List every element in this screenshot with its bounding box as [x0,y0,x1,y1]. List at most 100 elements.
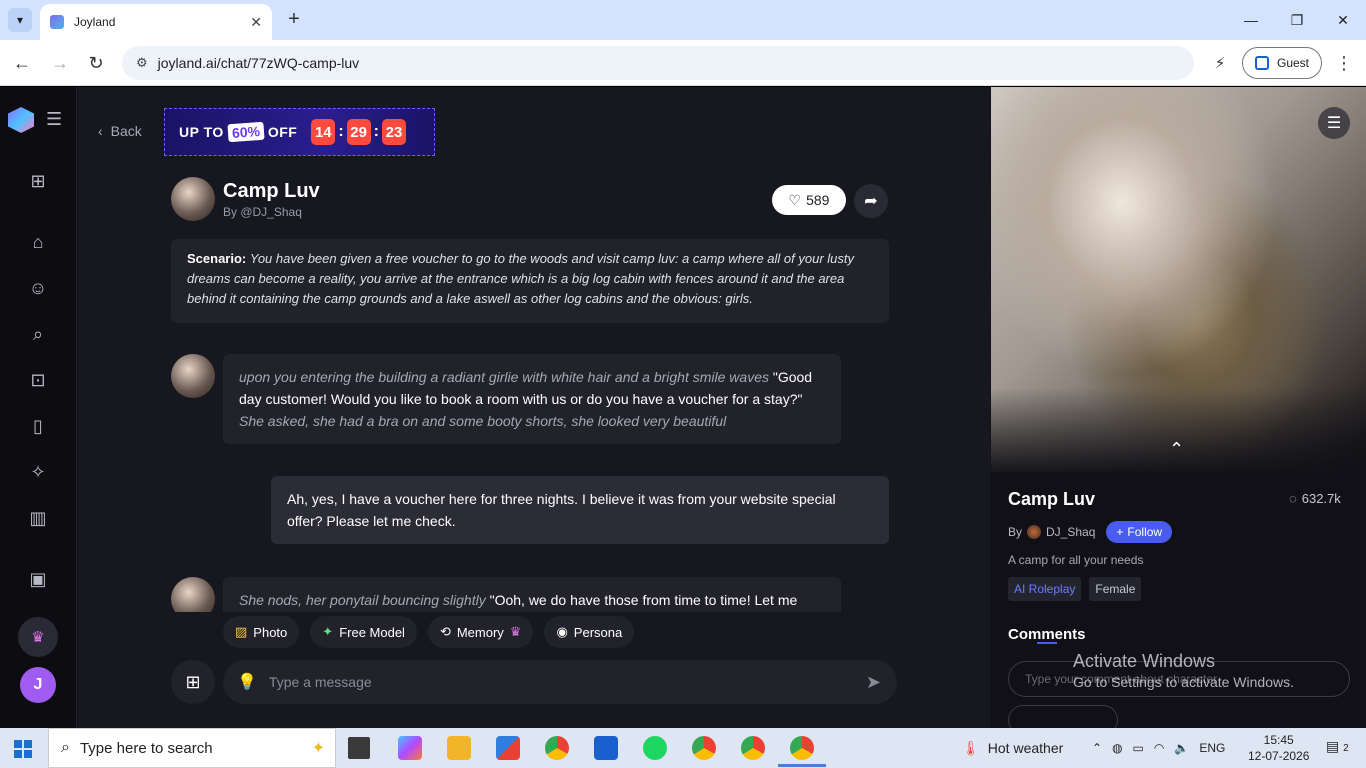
tray-chevron-icon[interactable]: ⌃ [1092,741,1102,755]
comment-input[interactable]: Type your comment about character [1008,661,1350,697]
browser-tab-bar: ▾ Joyland ✕ + — ❐ ✕ [0,0,1366,40]
character-creator[interactable]: By @DJ_Shaq [223,205,320,219]
follow-button[interactable]: + Follow [1106,521,1173,543]
countdown-seconds: 23 [381,119,406,145]
countdown-minutes: 29 [346,119,371,145]
star-badge-icon[interactable]: ✧ [26,460,50,484]
bot-message: She nods, her ponytail bouncing slightly… [223,577,841,612]
persona-chip[interactable]: ◉ Persona [544,616,635,648]
bot-action-text: She asked, she had a bra on and some boo… [239,413,727,429]
task-view-icon[interactable] [348,737,370,759]
joyland-logo[interactable] [8,107,34,133]
message-composer: 💡 ➤ [223,660,897,704]
url-text: joyland.ai/chat/77zWQ-camp-luv [157,55,360,71]
creator-name[interactable]: DJ_Shaq [1046,525,1095,539]
creator-avatar[interactable] [1027,525,1042,539]
tag-ai-roleplay[interactable]: AI Roleplay [1008,577,1082,601]
panel-menu-icon[interactable]: ☰ [1318,107,1350,139]
notification-icon[interactable]: ▤ 2 [1326,738,1349,755]
minimize-icon[interactable]: — [1228,0,1274,40]
crown-badge-icon: ♛ [509,624,522,639]
file-explorer-icon[interactable] [447,736,471,760]
expand-up-icon[interactable]: ⌃ [1169,439,1184,460]
notification-count: 2 [1343,743,1349,754]
windows-start-icon[interactable] [14,740,32,758]
countdown-hours: 14 [311,119,336,145]
reload-icon[interactable]: ↻ [84,51,108,75]
profile-label: Guest [1276,56,1309,70]
restore-icon[interactable]: ❐ [1274,0,1320,40]
photo-chip[interactable]: ▨ Photo [223,616,300,648]
weather-widget[interactable]: 🌡 Hot weather [962,728,1063,768]
back-arrow-icon[interactable]: ← [10,51,34,75]
free-model-chip[interactable]: ✦ Free Model [310,616,417,648]
browser-menu-icon[interactable]: ⋮ [1332,51,1356,75]
send-icon[interactable]: ➤ [866,672,881,693]
outlook-icon[interactable] [594,736,618,760]
address-bar[interactable]: ⚙ joyland.ai/chat/77zWQ-camp-luv [122,46,1194,80]
bot-avatar[interactable] [171,577,215,612]
browser-tab[interactable]: Joyland ✕ [40,4,272,40]
sparkle-icon: ✦ [322,624,334,639]
robot-icon[interactable]: ▣ [26,567,50,591]
wifi-icon[interactable]: ◠ [1154,741,1164,755]
chrome-active-icon[interactable] [778,736,826,767]
search-icon[interactable]: ⌕ [26,322,50,346]
taskbar-search[interactable]: ⌕ Type here to search ✦ [48,728,336,768]
memory-chip[interactable]: ⟲ Memory ♛ [427,616,534,648]
collapse-sidebar-icon[interactable]: ☰ [46,109,62,130]
tag-list: AI Roleplay Female [1008,577,1142,601]
window-close-icon[interactable]: ✕ [1320,0,1366,40]
performance-icon[interactable]: ⚡ [1208,51,1232,75]
microsoft-store-icon[interactable] [496,736,520,760]
home-icon[interactable]: ⌂ [26,230,50,254]
persona-label: Persona [573,624,623,640]
bot-avatar[interactable] [171,354,215,398]
promo-banner[interactable]: UP TO 60% OFF 14 : 29 : 23 [164,108,435,156]
clock-time: 15:45 [1263,733,1294,747]
language-indicator[interactable]: ENG [1199,741,1225,755]
share-icon[interactable]: ➦ [854,184,888,218]
chat-bot-icon[interactable]: ☺ [26,276,50,300]
chrome-icon[interactable] [545,736,569,760]
lightbulb-icon[interactable]: 💡 [237,672,257,692]
comment-sort[interactable] [1008,705,1118,728]
forward-arrow-icon[interactable]: → [48,51,72,75]
message-input[interactable] [268,674,866,690]
like-button[interactable]: ♡ 589 [772,185,846,215]
network-status-icon[interactable]: ◍ [1112,741,1122,755]
copilot-icon[interactable] [398,736,422,760]
character-header: Camp Luv By @DJ_Shaq [171,177,320,221]
spotify-icon[interactable] [643,736,667,760]
meet-icon[interactable]: ▭ [1133,741,1144,755]
tab-close-icon[interactable]: ✕ [250,14,262,31]
notification-glyph: ▤ [1326,738,1340,754]
premium-crown-icon[interactable]: ♛ [18,617,58,657]
volume-icon[interactable]: 🔈 [1174,741,1189,755]
joyland-favicon-icon [50,15,64,29]
message-list[interactable]: upon you entering the building a radiant… [78,337,990,612]
site-settings-icon[interactable]: ⚙ [136,55,148,71]
library-icon[interactable]: ▯ [26,414,50,438]
leaderboard-icon[interactable]: ▥ [26,506,50,530]
back-button[interactable]: ‹ Back [98,123,142,139]
chrome-profile-2-icon[interactable] [741,736,765,760]
chat-count-value: 632.7k [1301,491,1341,506]
character-avatar[interactable] [171,177,215,221]
back-label: Back [110,123,142,139]
character-name: Camp Luv [223,179,320,202]
chrome-profile-icon[interactable] [692,736,716,760]
bot-action-text: upon you entering the building a radiant… [239,369,769,385]
profile-guest-button[interactable]: Guest [1242,47,1322,79]
tag-female[interactable]: Female [1089,577,1142,601]
create-plus-icon[interactable]: ⊞ [26,169,50,193]
panel-character-name: Camp Luv [1008,489,1096,509]
bookmark-icon[interactable]: ⊡ [26,368,50,392]
heart-icon: ♡ [788,191,802,208]
apps-grid-icon[interactable]: ⊞ [171,660,215,704]
new-tab-plus-icon[interactable]: + [282,8,306,32]
tab-search-chevron-icon[interactable]: ▾ [8,8,32,32]
user-avatar[interactable]: J [20,667,56,703]
clock[interactable]: 15:45 12-07-2026 [1248,732,1309,764]
browser-toolbar: ← → ↻ ⚙ joyland.ai/chat/77zWQ-camp-luv ⚡… [0,40,1366,86]
